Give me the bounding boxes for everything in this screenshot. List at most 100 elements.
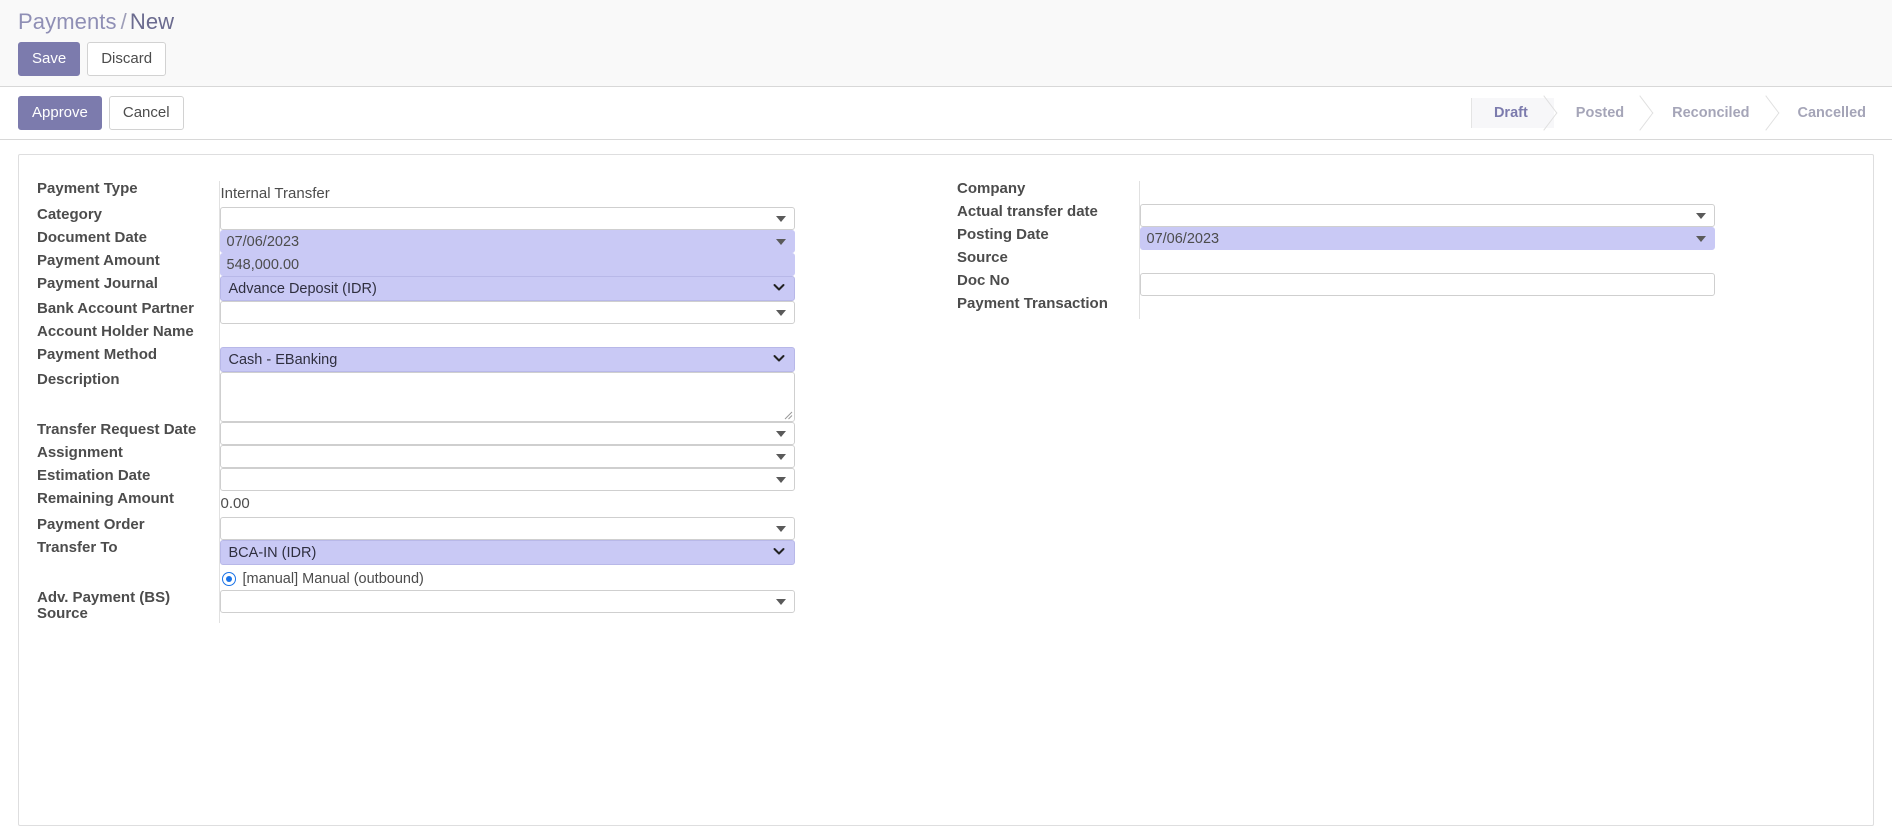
form-row-payment-amount: Payment Amount 548,000.00 [37,251,957,276]
adv-payment-bs-source-label: Adv. Payment (BS) Source [37,588,171,623]
posting-date-cell: 07/06/2023 [1138,226,1717,250]
bank-account-partner-label: Bank Account Partner [37,299,194,317]
payment-method-cell: Cash - EBanking [218,346,957,372]
status-item-reconciled[interactable]: Reconciled [1650,98,1775,128]
status-item-label: Draft [1493,104,1528,121]
status-item-draft[interactable]: Draft [1471,97,1554,128]
breadcrumb: Payments / New [18,8,1892,42]
status-pipeline: Draft Posted Reconciled Cancelled [1470,97,1892,128]
posting-date-label: Posting Date [957,225,1049,243]
transfer-request-date-input[interactable] [219,421,795,445]
payment-order-input[interactable] [219,516,795,540]
form-row-payment-journal: Payment Journal Advance Deposit (IDR) [37,275,957,301]
payment-order-label: Payment Order [37,515,145,533]
approve-button[interactable]: Approve [18,95,102,130]
form-row-bank-account-partner: Bank Account Partner [37,299,957,324]
payment-journal-select[interactable]: Advance Deposit (IDR) [219,275,795,301]
form-table-right: Company Actual transfer date Posting Date 0… [957,180,1717,319]
chevron-down-icon [773,355,784,362]
status-item-label: Posted [1575,104,1625,121]
account-holder-name-value [220,324,958,347]
adv-payment-bs-source-cell [218,589,957,624]
category-input[interactable] [219,206,795,230]
control-panel: Payments / New Save Discard [0,0,1892,87]
resize-grip-icon [784,411,792,419]
form-row-payment-order: Payment Order [37,515,957,540]
form-column-left: Payment Type Internal Transfer Category Doc… [37,179,958,624]
payment-type-label: Payment Type [37,179,138,197]
remaining-amount-value: 0.00 [220,494,250,512]
remaining-amount-cell: 0.00 [218,490,957,517]
form-row-description: Description [37,370,957,422]
form-row-posting-date: Posting Date 07/06/2023 [957,225,1717,250]
form-column-right: Company Actual transfer date Posting Date 0… [957,180,1717,319]
account-holder-name-label: Account Holder Name [37,322,194,340]
bank-account-partner-input[interactable] [219,300,795,324]
manual-manual-outbound-cell: [manual] Manual (outbound) [218,564,958,590]
form-row-actual-transfer-date: Actual transfer date [957,202,1717,227]
payment-amount-cell: 548,000.00 [218,252,957,276]
control-panel-buttons: Save Discard [18,41,1892,76]
form-row-transfer-request-date: Transfer Request Date [37,420,957,445]
description-label: Description [37,370,120,388]
transfer-request-date-label: Transfer Request Date [37,420,197,438]
form-row-payment-transaction: Payment Transaction [957,294,1717,319]
workflow-buttons: Approve Cancel [18,95,184,130]
payment-order-cell [218,516,957,540]
estimation-date-input[interactable] [219,467,795,491]
transfer-to-select[interactable]: BCA-IN (IDR) [219,539,795,565]
remaining-amount-label: Remaining Amount [37,489,174,507]
radio-button-icon[interactable] [221,571,236,586]
payment-transaction-label: Payment Transaction [957,294,1108,312]
source-cell [1138,249,1717,273]
payment-amount-label: Payment Amount [37,251,160,269]
form-columns: Payment Type Internal Transfer Category Doc… [37,179,1855,624]
form-row-adv-payment-bs-source: Adv. Payment (BS) Source [37,588,957,624]
transfer-to-selected-value: BCA-IN (IDR) [228,544,317,561]
form-row-source: Source [957,249,1717,273]
payment-mode-radio-group[interactable]: [manual] Manual (outbound) [220,565,958,590]
doc-no-label: Doc No [957,271,1010,289]
category-cell [218,206,957,230]
cancel-button[interactable]: Cancel [108,95,184,130]
statusbar-row: Approve Cancel Draft Posted Reconciled Canc… [0,86,1892,140]
status-item-cancelled[interactable]: Cancelled [1776,98,1892,128]
form-row-estimation-date: Estimation Date [37,466,957,491]
payment-method-select[interactable]: Cash - EBanking [219,346,795,372]
bank-account-partner-cell [218,300,957,324]
form-row-assignment: Assignment [37,443,957,468]
payment-journal-cell: Advance Deposit (IDR) [218,275,957,301]
status-item-posted[interactable]: Posted [1554,98,1650,128]
transfer-request-date-cell [218,421,957,445]
chevron-down-icon [773,548,784,555]
payment-amount-input[interactable]: 548,000.00 [219,252,795,276]
form-row-category: Category [37,206,957,230]
assignment-label: Assignment [37,443,123,461]
save-button[interactable]: Save [18,41,81,76]
form-row-account-holder-name: Account Holder Name [37,322,958,347]
transfer-to-label: Transfer To [37,538,118,556]
manual-manual-outbound-label [37,565,219,590]
document-date-label: Document Date [37,228,148,246]
doc-no-input[interactable] [1139,272,1715,296]
document-date-input[interactable]: 07/06/2023 [219,229,795,253]
assignment-input[interactable] [219,444,795,468]
actual-transfer-date-label: Actual transfer date [957,202,1098,220]
discard-button[interactable]: Discard [87,41,167,76]
account-holder-name-cell [218,323,958,347]
description-textarea[interactable] [219,371,795,422]
status-item-label: Reconciled [1672,104,1750,121]
form-row-payment-method: Payment Method Cash - EBanking [37,346,957,372]
adv-payment-bs-source-input[interactable] [219,589,795,613]
estimation-date-label: Estimation Date [37,466,151,484]
actual-transfer-date-cell [1138,203,1717,227]
actual-transfer-date-input[interactable] [1139,203,1715,227]
form-table-left: Payment Type Internal Transfer Category Doc… [37,179,958,624]
status-item-label: Cancelled [1797,104,1867,121]
posting-date-input[interactable]: 07/06/2023 [1139,226,1715,250]
breadcrumb-root[interactable]: Payments [18,9,117,34]
payment-type-cell: Internal Transfer [218,180,957,207]
doc-no-cell [1138,272,1717,296]
form-sheet: Payment Type Internal Transfer Category Doc… [18,153,1874,826]
form-row-doc-no: Doc No [957,271,1717,296]
